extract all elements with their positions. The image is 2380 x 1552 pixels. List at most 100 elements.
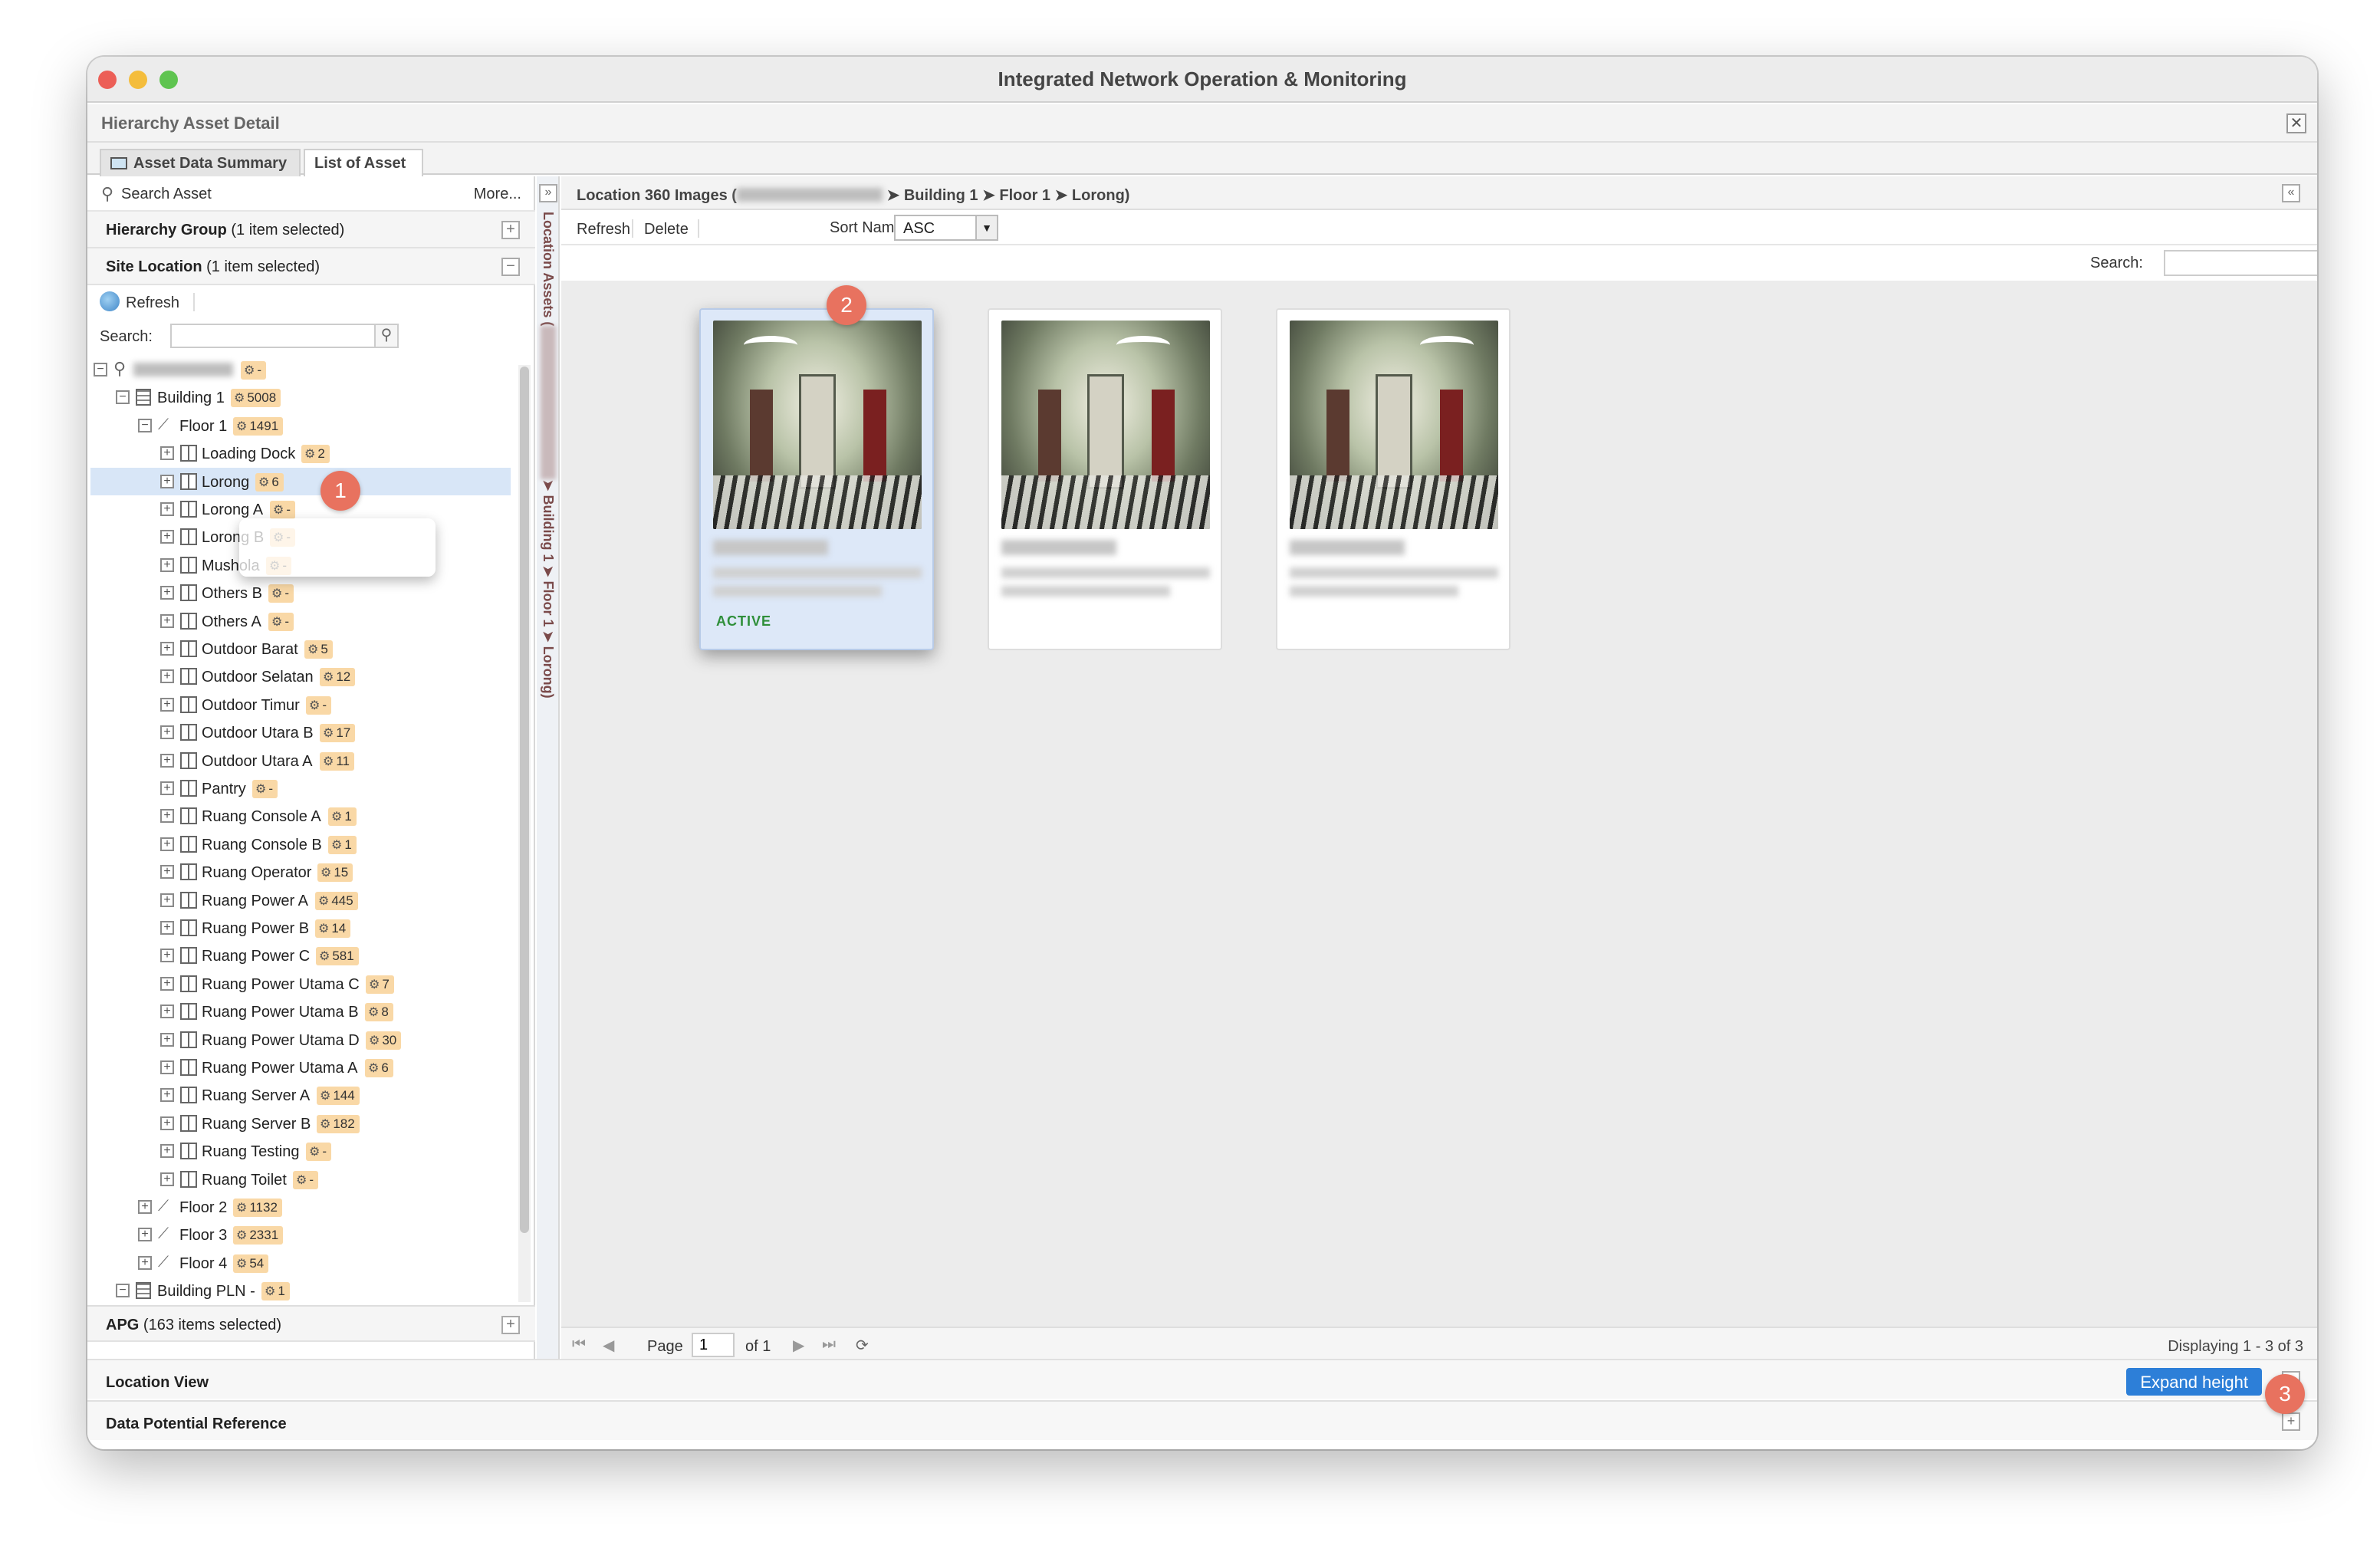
delete-button[interactable]: Delete <box>644 221 689 238</box>
tree-node-label[interactable]: Ruang Toilet <box>202 1172 287 1189</box>
collapse-icon[interactable]: − <box>501 258 520 276</box>
expand-icon[interactable]: + <box>160 754 174 768</box>
expand-icon[interactable]: + <box>160 781 174 795</box>
tree-node-label[interactable]: Others B <box>202 585 262 603</box>
tree-node-label[interactable]: Floor 4 <box>179 1255 227 1273</box>
location-view-accordion[interactable]: Location View Expand height + <box>87 1359 2317 1399</box>
tree-scrollbar[interactable] <box>518 365 531 1302</box>
tab-asset-data-summary[interactable]: Asset Data Summary <box>100 149 301 176</box>
tree-node-label[interactable]: Ruang Power Utama D <box>202 1032 360 1050</box>
expand-icon[interactable]: + <box>160 809 174 823</box>
tree-node[interactable]: + Ruang Console B ⚙ 1 <box>90 830 511 858</box>
image-card[interactable] <box>988 308 1222 650</box>
tree-node-label[interactable]: Lorong <box>202 474 249 492</box>
location-assets-collapsed-panel[interactable]: » Location Assets (➤ Building 1 ➤ Floor … <box>537 176 560 1396</box>
expand-icon[interactable]: + <box>160 669 174 683</box>
image-card[interactable] <box>1276 308 1511 650</box>
tree-node-label[interactable]: Outdoor Utara B <box>202 725 314 742</box>
collapse-icon[interactable]: − <box>116 390 130 404</box>
tree-node[interactable]: + Ruang Power Utama A ⚙ 6 <box>90 1054 511 1081</box>
tree-node-label[interactable]: Outdoor Barat <box>202 641 298 659</box>
collapse-panel-icon[interactable]: « <box>2282 184 2300 202</box>
tree-node[interactable]: + Pantry ⚙ - <box>90 774 511 802</box>
tree-node-label[interactable]: Building 1 <box>157 390 225 407</box>
reload-icon[interactable]: ⟳ <box>856 1336 869 1355</box>
expand-icon[interactable]: + <box>160 921 174 935</box>
images-search-input[interactable] <box>2164 250 2317 276</box>
tree-node[interactable]: − ⚲ ⚙ - <box>90 356 511 383</box>
tree-node-label[interactable]: Pantry <box>202 781 246 798</box>
apg-accordion[interactable]: APG (163 items selected) + <box>87 1305 535 1342</box>
tree-node[interactable]: + Outdoor Timur ⚙ - <box>90 691 511 718</box>
expand-icon[interactable]: + <box>160 1005 174 1018</box>
tree-node[interactable]: + Ruang Power C ⚙ 581 <box>90 942 511 969</box>
tree-node[interactable]: + Ruang Server B ⚙ 182 <box>90 1110 511 1137</box>
tree-node-label[interactable]: Ruang Testing <box>202 1143 300 1161</box>
tree-node[interactable]: + Outdoor Utara A ⚙ 11 <box>90 747 511 774</box>
tree-node[interactable]: + ⟋ Floor 3 ⚙ 2331 <box>90 1221 511 1248</box>
expand-icon[interactable]: + <box>160 1033 174 1047</box>
tree-node-label[interactable]: Lorong A <box>202 501 263 519</box>
panorama-thumbnail[interactable] <box>713 321 922 529</box>
tree-node[interactable]: − Building 1 ⚙ 5008 <box>90 383 511 411</box>
tree-node-label[interactable]: Ruang Power Utama C <box>202 976 360 994</box>
search-asset-bar[interactable]: ⚲ Search Asset More... <box>87 176 535 212</box>
scrollbar-thumb[interactable] <box>520 367 529 1233</box>
tree-search-input[interactable] <box>170 324 376 348</box>
tree-node-label[interactable]: Ruang Console A <box>202 808 321 826</box>
expand-icon[interactable]: + <box>160 530 174 544</box>
tab-list-of-asset[interactable]: List of Asset <box>304 149 423 176</box>
tree-node-label[interactable]: Ruang Power Utama A <box>202 1060 357 1077</box>
collapse-icon[interactable]: + <box>138 1200 152 1214</box>
tree-node[interactable]: − ⟋ Floor 1 ⚙ 1491 <box>90 412 511 439</box>
tree-node[interactable]: + Loading Dock ⚙ 2 <box>90 439 511 467</box>
tree-node[interactable]: + Ruang Power Utama C ⚙ 7 <box>90 970 511 998</box>
image-card[interactable]: ACTIVE <box>699 308 934 650</box>
tree-node[interactable]: + Ruang Power Utama B ⚙ 8 <box>90 998 511 1025</box>
expand-icon[interactable]: + <box>160 502 174 516</box>
tree-node[interactable]: + Ruang Toilet ⚙ - <box>90 1166 511 1193</box>
expand-icon[interactable]: + <box>160 893 174 907</box>
chevron-down-icon[interactable]: ▼ <box>975 216 997 239</box>
tree-node-label[interactable]: Floor 3 <box>179 1227 227 1245</box>
tree-node-label[interactable]: Ruang Server B <box>202 1116 311 1133</box>
tree-node-label[interactable]: Ruang Power Utama B <box>202 1004 359 1021</box>
tree-node-label[interactable]: Ruang Power A <box>202 893 308 910</box>
tree-node[interactable]: + Ruang Testing ⚙ - <box>90 1137 511 1165</box>
panorama-thumbnail[interactable] <box>1290 321 1498 529</box>
expand-icon[interactable]: + <box>160 865 174 879</box>
tree-node-label[interactable]: Floor 1 <box>179 418 227 436</box>
collapse-icon[interactable]: − <box>138 419 152 432</box>
search-asset-label[interactable]: Search Asset <box>121 186 212 203</box>
expand-icon[interactable]: + <box>501 221 520 239</box>
search-icon[interactable]: ⚲ <box>374 324 399 348</box>
refresh-button[interactable]: Refresh <box>577 221 630 238</box>
expand-icon[interactable]: + <box>160 1144 174 1158</box>
more-link[interactable]: More... <box>474 186 521 203</box>
expand-icon[interactable]: + <box>160 446 174 460</box>
data-potential-reference-accordion[interactable]: Data Potential Reference + <box>87 1400 2317 1440</box>
tree-node[interactable]: + Ruang Operator ⚙ 15 <box>90 858 511 886</box>
expand-icon[interactable]: + <box>160 949 174 962</box>
expand-icon[interactable]: + <box>501 1316 520 1334</box>
tree-node[interactable]: − Building PLN - ⚙ 1 <box>90 1277 511 1304</box>
hierarchy-group-accordion[interactable]: Hierarchy Group (1 item selected) + <box>87 212 535 248</box>
panorama-thumbnail[interactable] <box>1001 321 1210 529</box>
tree-node[interactable]: + Ruang Server A ⚙ 144 <box>90 1081 511 1109</box>
refresh-icon[interactable] <box>100 291 120 311</box>
expand-height-button[interactable]: Expand height <box>2126 1368 2262 1396</box>
tree-node-label[interactable]: Outdoor Timur <box>202 697 300 715</box>
expand-icon[interactable]: + <box>160 642 174 656</box>
tree-node-label[interactable]: Building PLN - <box>157 1283 255 1300</box>
tree-node-label[interactable]: Outdoor Utara A <box>202 753 313 771</box>
tree-node-label[interactable]: Ruang Server A <box>202 1087 310 1105</box>
tree-node-label[interactable]: Others A <box>202 613 261 631</box>
expand-panel-icon[interactable]: » <box>539 184 557 202</box>
tree-node-label[interactable]: Ruang Power B <box>202 920 309 938</box>
expand-icon[interactable]: + <box>160 586 174 600</box>
tree-node[interactable]: + Others A ⚙ - <box>90 607 511 635</box>
expand-icon[interactable]: + <box>160 1060 174 1074</box>
tree-refresh-button[interactable]: Refresh <box>126 294 179 312</box>
tree-node[interactable]: + Outdoor Utara B ⚙ 17 <box>90 718 511 746</box>
expand-icon[interactable]: + <box>160 977 174 991</box>
